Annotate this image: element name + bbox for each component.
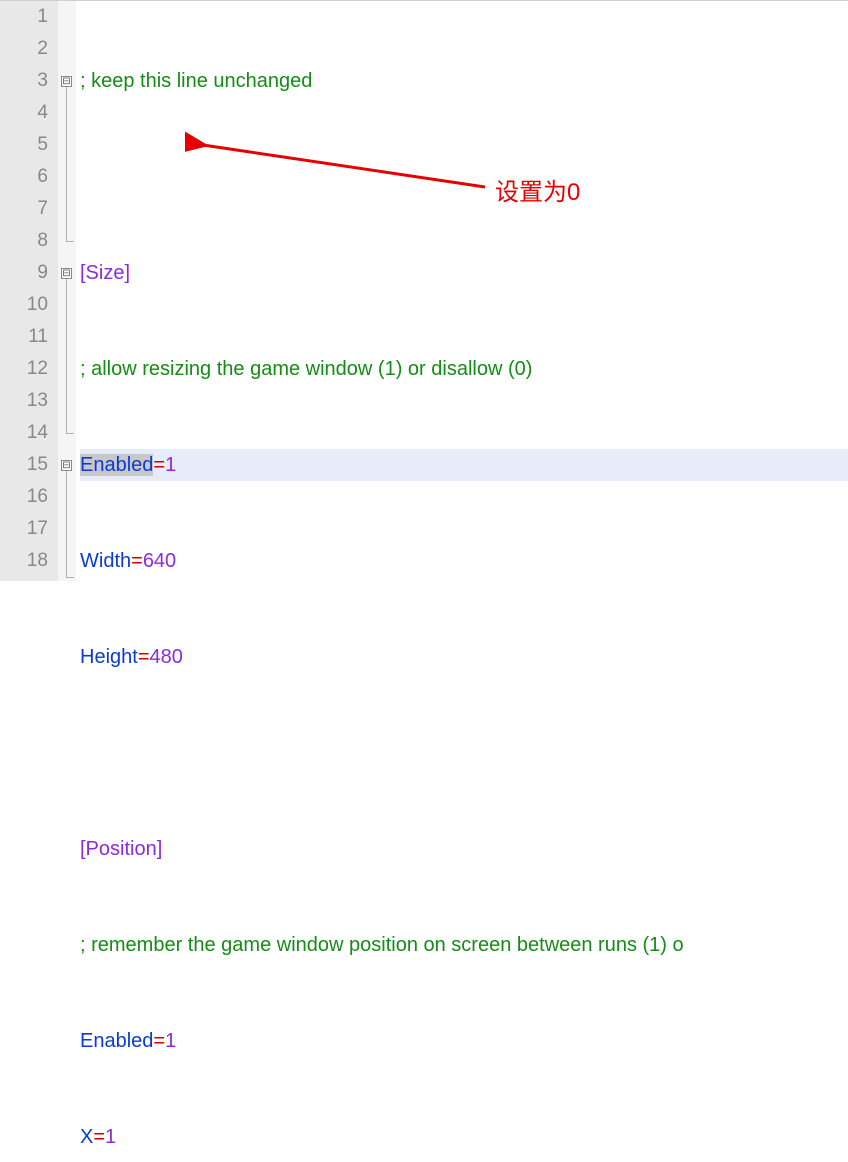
line-number: 18 xyxy=(0,545,48,577)
line-number: 13 xyxy=(0,385,48,417)
line-number: 15 xyxy=(0,449,48,481)
code-line[interactable] xyxy=(80,161,848,193)
fold-gutter: ⊟ ⊟ ⊟ xyxy=(58,1,76,581)
code-editor[interactable]: 1 2 3 4 5 6 7 8 9 10 11 12 13 14 15 16 1… xyxy=(0,0,848,581)
fold-guide xyxy=(66,87,67,241)
fold-toggle-icon[interactable]: ⊟ xyxy=(61,268,72,279)
code-line[interactable]: [Size] xyxy=(80,257,848,289)
code-line[interactable]: X=1 xyxy=(80,1121,848,1153)
line-number: 17 xyxy=(0,513,48,545)
line-number: 9 xyxy=(0,257,48,289)
equals-sign: = xyxy=(131,550,143,572)
comment-text: ; keep this line unchanged xyxy=(80,70,312,92)
fold-guide-end xyxy=(66,577,74,578)
ini-value: 1 xyxy=(165,454,176,476)
section-header: [Size] xyxy=(80,262,130,284)
code-line[interactable]: ; allow resizing the game window (1) or … xyxy=(80,353,848,385)
line-number: 6 xyxy=(0,161,48,193)
code-line-highlighted[interactable]: Enabled=1 xyxy=(80,449,848,481)
comment-text: ; allow resizing the game window (1) or … xyxy=(80,358,532,380)
fold-guide xyxy=(66,279,67,433)
ini-value: 1 xyxy=(165,1030,176,1052)
code-line[interactable]: ; remember the game window position on s… xyxy=(80,929,848,961)
line-number: 7 xyxy=(0,193,48,225)
line-number: 4 xyxy=(0,97,48,129)
ini-key: Height xyxy=(80,646,138,668)
code-area[interactable]: ; keep this line unchanged [Size] ; allo… xyxy=(76,1,848,581)
fold-guide-end xyxy=(66,433,74,434)
line-number: 10 xyxy=(0,289,48,321)
fold-guide xyxy=(66,471,67,577)
fold-toggle-icon[interactable]: ⊟ xyxy=(61,460,72,471)
ini-value: 480 xyxy=(150,646,183,668)
line-number: 1 xyxy=(0,1,48,33)
code-line[interactable]: Height=480 xyxy=(80,641,848,673)
line-number: 8 xyxy=(0,225,48,257)
line-number: 3 xyxy=(0,65,48,97)
section-header: [Position] xyxy=(80,838,162,860)
equals-sign: = xyxy=(153,454,165,476)
comment-text: ; remember the game window position on s… xyxy=(80,934,684,956)
code-line[interactable]: Enabled=1 xyxy=(80,1025,848,1057)
code-line[interactable]: [Position] xyxy=(80,833,848,865)
line-number: 14 xyxy=(0,417,48,449)
fold-guide-end xyxy=(66,241,74,242)
ini-key: Width xyxy=(80,550,131,572)
line-number-gutter: 1 2 3 4 5 6 7 8 9 10 11 12 13 14 15 16 1… xyxy=(0,1,58,581)
code-line[interactable]: Width=640 xyxy=(80,545,848,577)
line-number: 16 xyxy=(0,481,48,513)
equals-sign: = xyxy=(138,646,150,668)
ini-key-selected: Enabled xyxy=(80,454,153,476)
equals-sign: = xyxy=(153,1030,165,1052)
ini-value: 1 xyxy=(105,1126,116,1148)
ini-value: 640 xyxy=(143,550,176,572)
line-number: 5 xyxy=(0,129,48,161)
line-number: 11 xyxy=(0,321,48,353)
code-line[interactable]: ; keep this line unchanged xyxy=(80,65,848,97)
ini-key: X xyxy=(80,1126,93,1148)
ini-key: Enabled xyxy=(80,1030,153,1052)
equals-sign: = xyxy=(93,1126,105,1148)
code-line[interactable] xyxy=(80,737,848,769)
fold-toggle-icon[interactable]: ⊟ xyxy=(61,76,72,87)
line-number: 2 xyxy=(0,33,48,65)
line-number: 12 xyxy=(0,353,48,385)
